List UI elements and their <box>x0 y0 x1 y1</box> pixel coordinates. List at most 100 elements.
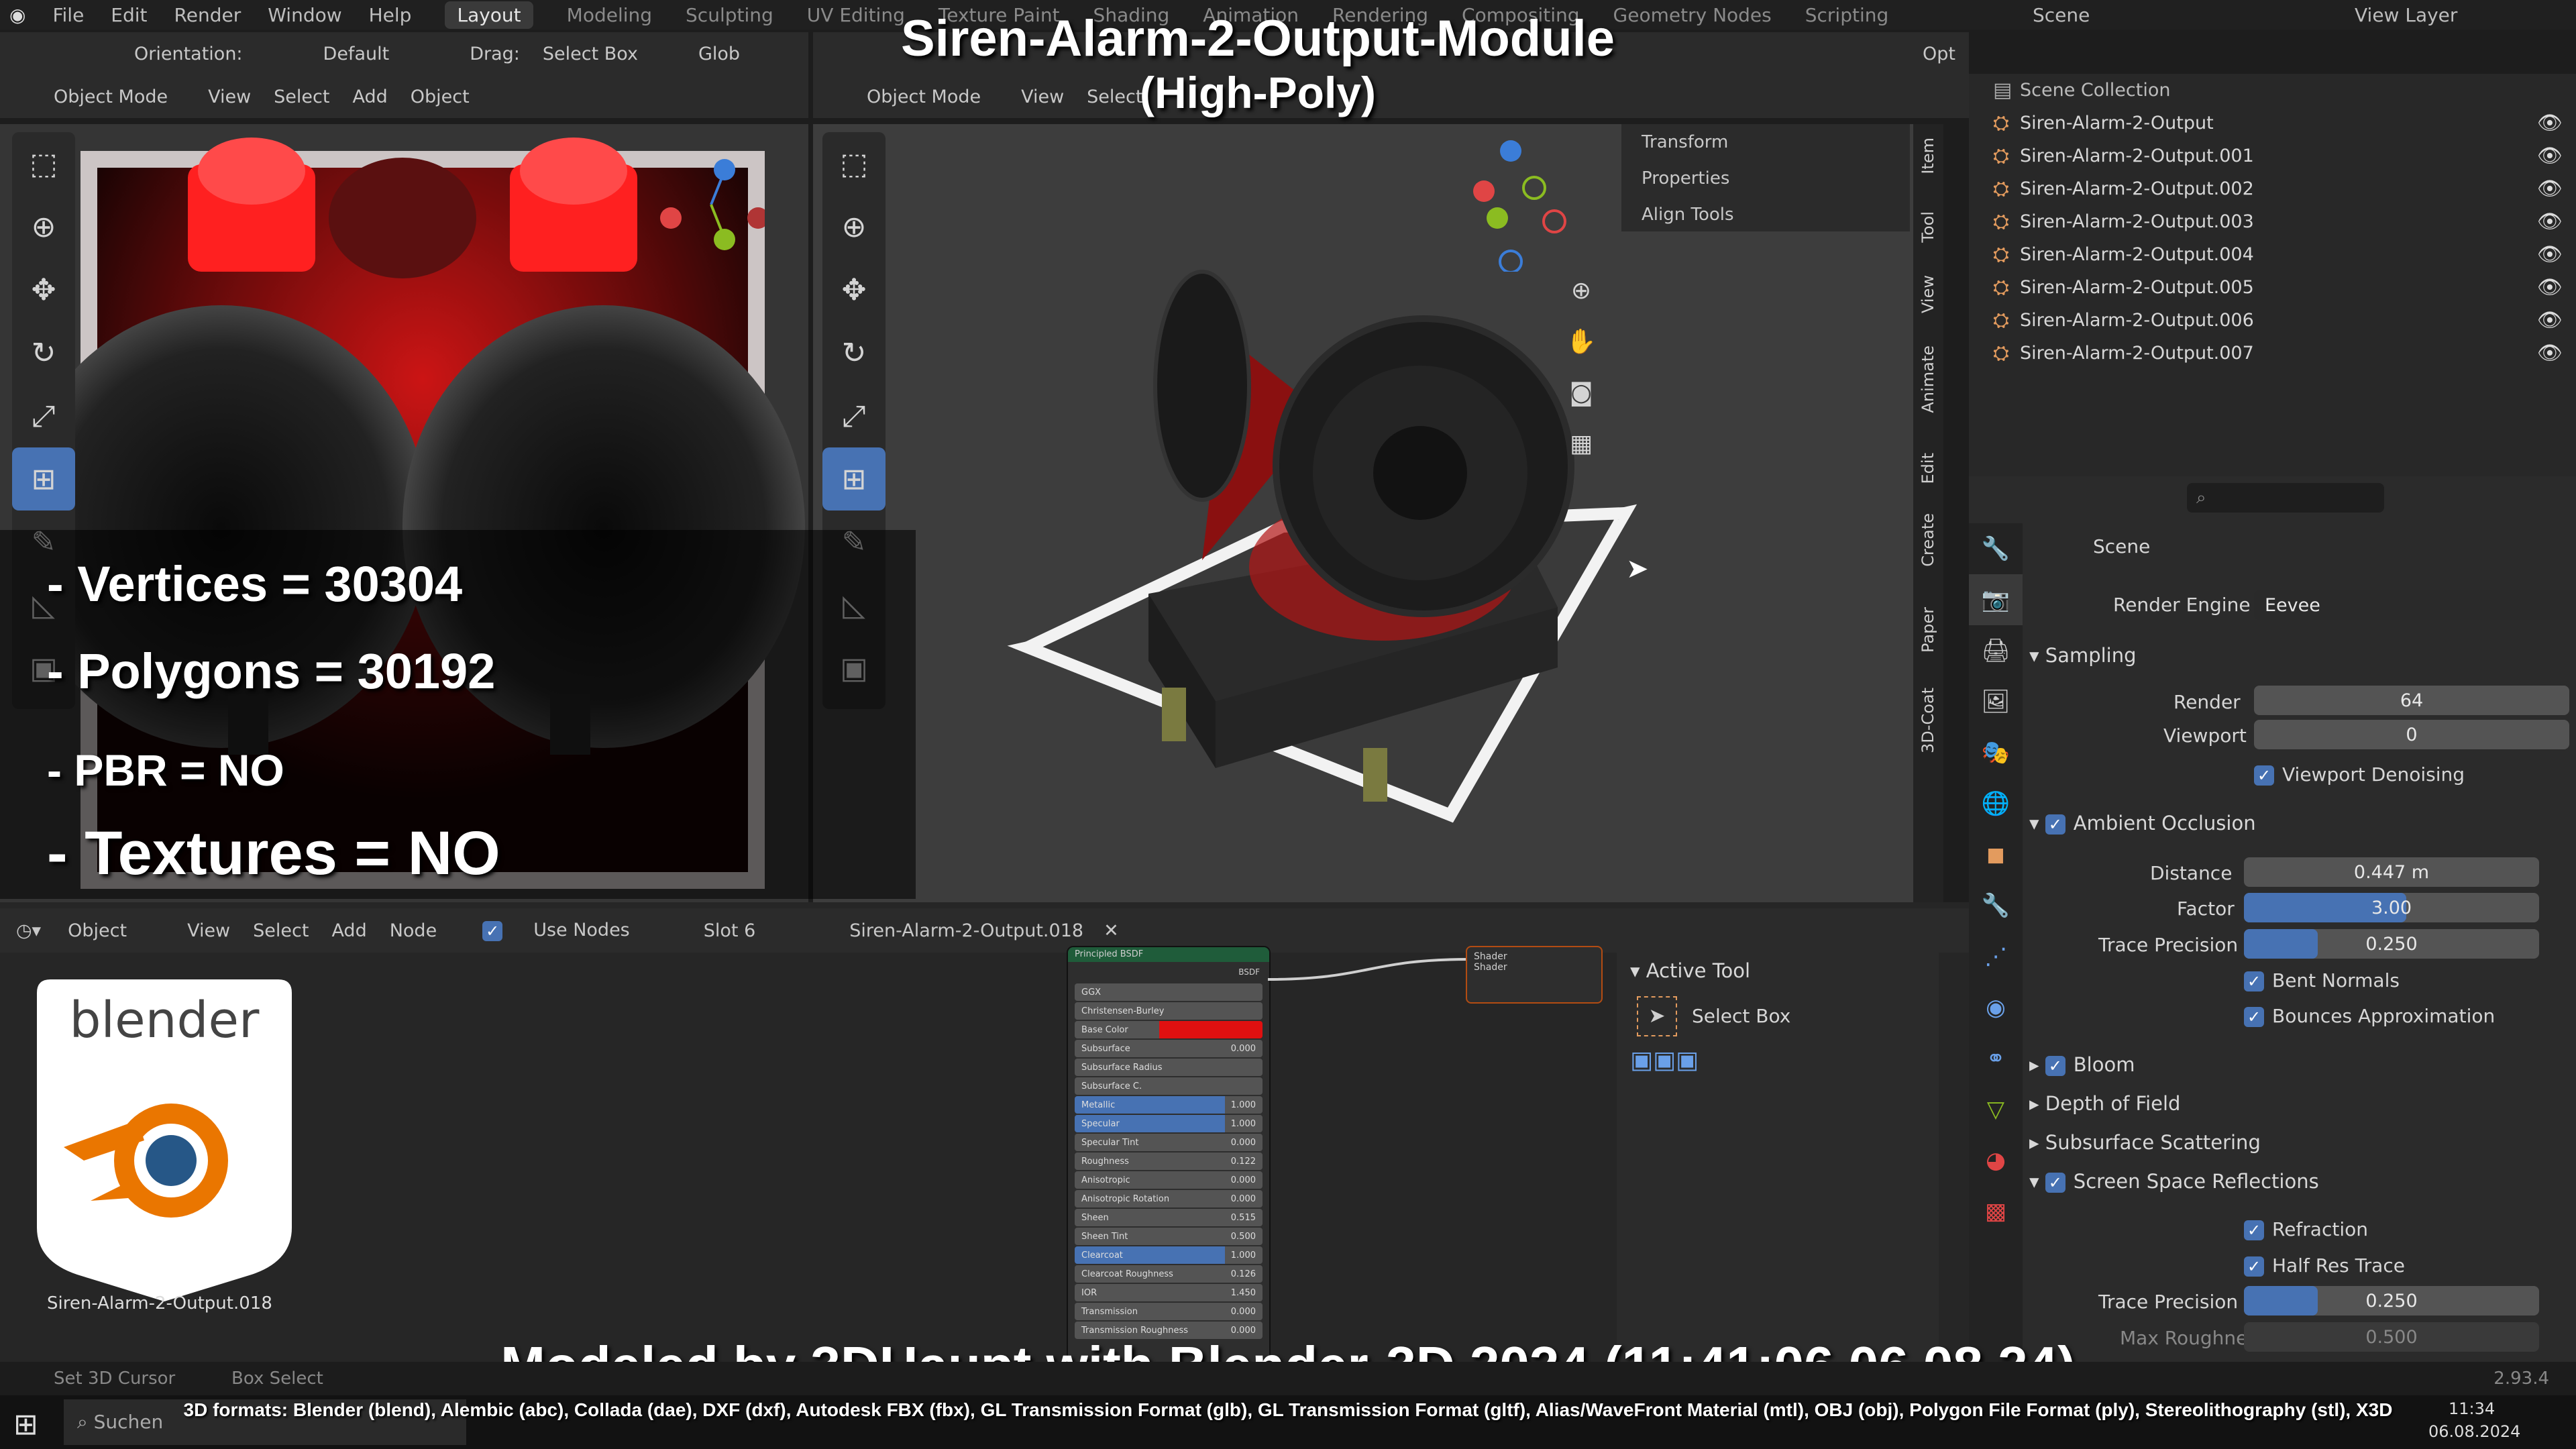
node-input-row[interactable]: Sheen Tint 0.500 <box>1075 1228 1263 1245</box>
ao-trace-precision-slider[interactable]: 0.250 <box>2244 929 2539 959</box>
left-gizmo[interactable] <box>657 151 769 258</box>
transform-panel-header[interactable]: Transform <box>1621 124 1910 160</box>
3d-viewport[interactable]: ⬚ ⊕ ✥ ↻ ⤢ ⊞ ✎ ◺ ▣ ⊕ ✋ ◙ ▦ Transform Prop… <box>813 124 1943 902</box>
opt-label[interactable]: Opt <box>1923 44 1955 64</box>
node-add-menu[interactable]: Add <box>331 920 366 941</box>
node-input-row[interactable]: Clearcoat Roughness 0.126 <box>1075 1265 1263 1283</box>
viewport-samples-field[interactable]: 0 <box>2254 720 2569 749</box>
grid-icon[interactable]: ▦ <box>1558 418 1605 469</box>
outliner-item[interactable]: ⛭ Siren-Alarm-2-Output.006 👁 <box>1969 304 2576 337</box>
material-tab-icon[interactable]: ◕ <box>1969 1135 2023 1186</box>
mid-gizmo[interactable] <box>1457 138 1578 274</box>
render-tab-icon[interactable]: 📷 <box>1969 574 2023 625</box>
ssr-trace-precision-slider[interactable]: 0.250 <box>2244 1286 2539 1316</box>
add-menu[interactable]: Add <box>352 87 387 107</box>
slot-dropdown[interactable]: Slot 6 <box>704 920 756 941</box>
outliner-item[interactable]: ⛭ Siren-Alarm-2-Output.004 👁 <box>1969 238 2576 271</box>
object-menu[interactable]: Object <box>411 87 470 107</box>
tab-item[interactable]: Item <box>1919 138 1937 174</box>
mid-scale-tool-icon[interactable]: ⤢ <box>822 384 885 447</box>
glob-dropdown[interactable]: Glob <box>698 44 740 64</box>
node-input-row[interactable]: IOR 1.450 <box>1075 1284 1263 1301</box>
scale-tool-icon[interactable]: ⤢ <box>12 384 75 447</box>
tab-animate[interactable]: Animate <box>1919 345 1937 413</box>
visibility-eye-icon[interactable]: 👁 <box>2537 177 2563 201</box>
node-input-row[interactable]: Roughness 0.122 <box>1075 1152 1263 1170</box>
node-input-row[interactable]: Metallic 1.000 <box>1075 1096 1263 1114</box>
constraints-tab-icon[interactable]: ⚭ <box>1969 1033 2023 1084</box>
scene-tab-icon[interactable]: 🎭 <box>1969 727 2023 778</box>
node-input-row[interactable]: Specular 1.000 <box>1075 1115 1263 1132</box>
tab-scripting[interactable]: Scripting <box>1805 4 1889 26</box>
visibility-eye-icon[interactable]: 👁 <box>2537 243 2563 266</box>
outliner-item[interactable]: ⛭ Siren-Alarm-2-Output 👁 <box>1969 107 2576 140</box>
object-tab-icon[interactable]: ◼ <box>1969 829 2023 880</box>
refraction-checkbox[interactable]: ✓ Refraction <box>2244 1218 2368 1240</box>
render-engine-dropdown[interactable]: Eevee <box>2254 590 2576 620</box>
scene-selector[interactable]: Scene <box>2033 4 2090 26</box>
object-dropdown[interactable]: Object <box>68 920 127 941</box>
camera-icon[interactable]: ◙ <box>1558 367 1605 418</box>
visibility-eye-icon[interactable]: 👁 <box>2537 276 2563 299</box>
outliner-item[interactable]: ⛭ Siren-Alarm-2-Output.007 👁 <box>1969 337 2576 370</box>
tool-tab-icon[interactable]: 🔧 <box>1969 523 2023 574</box>
properties-search[interactable]: ⌕ <box>2187 483 2384 513</box>
move-tool-icon[interactable]: ✥ <box>12 258 75 321</box>
node-input-row[interactable]: Subsurface Radius <box>1075 1059 1263 1076</box>
ao-distance-field[interactable]: 0.447 m <box>2244 857 2539 887</box>
selection-mode-icons[interactable]: ▣▣▣ <box>1630 1046 1699 1074</box>
node-input-row[interactable]: Subsurface C. <box>1075 1077 1263 1095</box>
node-select-menu[interactable]: Select <box>253 920 309 941</box>
tab-create[interactable]: Create <box>1919 513 1937 567</box>
physics-tab-icon[interactable]: ◉ <box>1969 982 2023 1033</box>
tab-sculpting[interactable]: Sculpting <box>686 4 773 26</box>
viewport-denoising-checkbox[interactable]: ✓ Viewport Denoising <box>2254 763 2465 786</box>
tab-view[interactable]: View <box>1919 275 1937 313</box>
outliner-item[interactable]: ⛭ Siren-Alarm-2-Output.005 👁 <box>1969 271 2576 304</box>
outliner-item[interactable]: ⛭ Siren-Alarm-2-Output.001 👁 <box>1969 140 2576 172</box>
blender-menu-icon[interactable]: ◉ <box>9 4 25 26</box>
editor-type-icon[interactable]: ◷▾ <box>16 920 41 941</box>
bounces-approx-checkbox[interactable]: ✓ Bounces Approximation <box>2244 1005 2495 1027</box>
cursor-tool-icon[interactable]: ⊕ <box>12 195 75 258</box>
data-tab-icon[interactable]: ▽ <box>1969 1084 2023 1135</box>
tab-modeling[interactable]: Modeling <box>567 4 652 26</box>
visibility-eye-icon[interactable]: 👁 <box>2537 341 2563 365</box>
bloom-header[interactable]: ▸ ✓ Bloom <box>2029 1053 2135 1076</box>
menu-help[interactable]: Help <box>369 4 412 26</box>
menu-edit[interactable]: Edit <box>111 4 147 26</box>
node-input-row[interactable]: Transmission 0.000 <box>1075 1303 1263 1320</box>
modifier-tab-icon[interactable]: 🔧 <box>1969 880 2023 931</box>
scene-collection-row[interactable]: ▤ Scene Collection <box>1969 74 2576 107</box>
orientation-dropdown[interactable]: Default <box>323 44 390 64</box>
tab-tool[interactable]: Tool <box>1919 211 1937 243</box>
output-tab-icon[interactable]: 🖨 <box>1969 625 2023 676</box>
tab-layout[interactable]: Layout <box>445 1 533 29</box>
select-menu[interactable]: Select <box>274 87 329 107</box>
principled-bsdf-node[interactable]: Principled BSDF BSDF GGX Christensen-Burl… <box>1067 946 1271 1364</box>
node-input-row[interactable]: Sheen 0.515 <box>1075 1209 1263 1226</box>
properties-panel-header[interactable]: Properties <box>1621 160 1910 197</box>
view-menu[interactable]: View <box>208 87 251 107</box>
visibility-eye-icon[interactable]: 👁 <box>2537 210 2563 233</box>
node-view-menu[interactable]: View <box>187 920 230 941</box>
active-tool-header[interactable]: ▾ Active Tool <box>1630 959 1750 982</box>
bent-normals-checkbox[interactable]: ✓ Bent Normals <box>2244 969 2400 991</box>
tab-paper[interactable]: Paper <box>1919 607 1937 653</box>
node-input-row[interactable]: Subsurface 0.000 <box>1075 1040 1263 1057</box>
outliner-item[interactable]: ⛭ Siren-Alarm-2-Output.002 👁 <box>1969 172 2576 205</box>
tab-3d-coat[interactable]: 3D-Coat <box>1919 688 1937 753</box>
world-tab-icon[interactable]: 🌐 <box>1969 778 2023 829</box>
pan-hand-icon[interactable]: ✋ <box>1558 316 1605 367</box>
render-samples-field[interactable]: 64 <box>2254 686 2569 715</box>
material-output-node[interactable]: Shader Shader <box>1466 946 1603 1004</box>
select-box-tool-icon[interactable]: ➤ <box>1637 996 1677 1036</box>
align-tools-panel-header[interactable]: Align Tools <box>1621 197 1910 233</box>
drag-dropdown[interactable]: Select Box <box>543 44 638 64</box>
node-input-row[interactable]: Christensen-Burley <box>1075 1002 1263 1020</box>
node-input-row[interactable]: Clearcoat 1.000 <box>1075 1246 1263 1264</box>
close-material-icon[interactable]: ✕ <box>1104 920 1119 941</box>
menu-render[interactable]: Render <box>174 4 241 26</box>
half-res-checkbox[interactable]: ✓ Half Res Trace <box>2244 1254 2405 1277</box>
node-node-menu[interactable]: Node <box>390 920 437 941</box>
